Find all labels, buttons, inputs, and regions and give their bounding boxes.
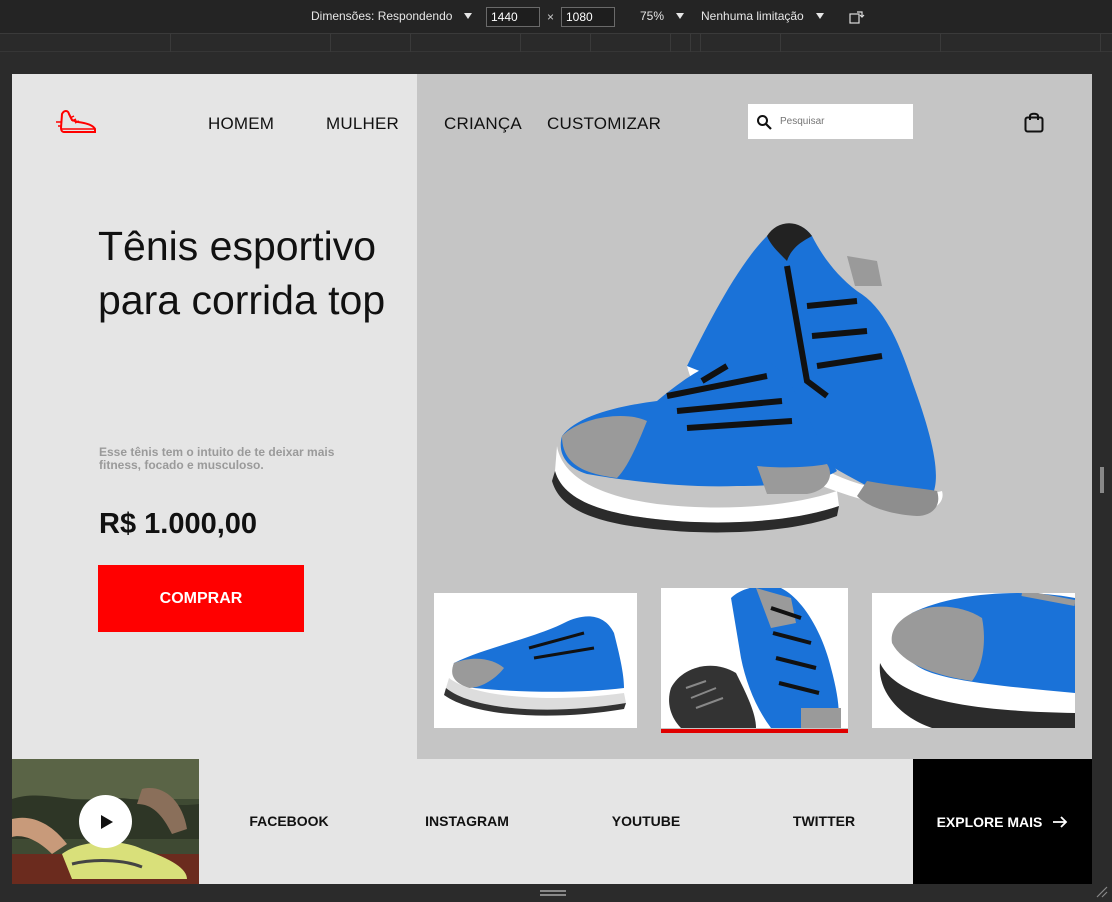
hero-title: Tênis esportivo para corrida top bbox=[98, 223, 386, 323]
throttle-dropdown[interactable]: Nenhuma limitação bbox=[701, 9, 824, 23]
chevron-down-icon bbox=[815, 13, 824, 19]
zoom-label: 75% bbox=[640, 9, 665, 23]
thumbnail-2-image bbox=[669, 588, 841, 728]
resize-handle-right[interactable] bbox=[1100, 467, 1104, 493]
throttle-label: Nenhuma limitação bbox=[701, 9, 804, 23]
link-facebook[interactable]: FACEBOOK bbox=[249, 813, 328, 829]
explore-more-label: EXPLORE MAIS bbox=[936, 813, 1043, 830]
chevron-down-icon bbox=[676, 13, 685, 19]
product-price: R$ 1.000,00 bbox=[99, 508, 258, 540]
hero-description: Esse tênis tem o intuito de te deixar ma… bbox=[99, 445, 335, 472]
thumbnail-1-image bbox=[444, 616, 626, 716]
link-youtube[interactable]: YOUTUBE bbox=[612, 813, 680, 829]
media-query-bar[interactable] bbox=[0, 34, 1112, 52]
play-icon bbox=[101, 814, 113, 829]
height-input[interactable] bbox=[561, 7, 615, 27]
explore-more-button[interactable]: EXPLORE MAIS bbox=[913, 759, 1092, 884]
nav-homem[interactable]: HOMEM bbox=[208, 114, 274, 134]
thumbnail-3[interactable] bbox=[872, 593, 1075, 728]
rotate-icon[interactable] bbox=[849, 10, 865, 24]
arrow-right-icon bbox=[1053, 815, 1068, 828]
shopping-bag-icon[interactable] bbox=[1024, 111, 1044, 133]
width-input[interactable] bbox=[486, 7, 540, 27]
link-instagram[interactable]: INSTAGRAM bbox=[425, 813, 509, 829]
play-button[interactable] bbox=[79, 795, 132, 848]
link-twitter[interactable]: TWITTER bbox=[793, 813, 855, 829]
nav-mulher[interactable]: MULHER bbox=[326, 114, 399, 134]
nav-crianca[interactable]: CRIANÇA bbox=[444, 114, 522, 134]
main-product-image bbox=[552, 223, 943, 533]
search-icon bbox=[757, 114, 772, 130]
page-viewport: HOMEM MULHER CRIANÇA CUSTOMIZAR Tênis es… bbox=[12, 74, 1092, 884]
chevron-down-icon bbox=[464, 13, 473, 19]
resize-handle-bottom[interactable] bbox=[540, 890, 566, 896]
buy-button[interactable]: COMPRAR bbox=[98, 565, 304, 632]
video-thumbnail[interactable] bbox=[12, 759, 199, 884]
shoe-logo-icon[interactable] bbox=[56, 108, 98, 136]
thumbnail-2[interactable] bbox=[661, 588, 848, 728]
devtools-toolbar: Dimensões: Respondendo × 75% Nenhuma lim… bbox=[0, 0, 1112, 34]
times-sign: × bbox=[547, 10, 555, 24]
resize-corner-icon[interactable] bbox=[1096, 886, 1108, 898]
thumbnail-1[interactable] bbox=[434, 593, 637, 728]
thumbnail-3-image bbox=[879, 593, 1075, 728]
footer-bar: FACEBOOK INSTAGRAM YOUTUBE TWITTER EXPLO… bbox=[12, 759, 1092, 884]
search-box[interactable] bbox=[748, 104, 913, 139]
search-input[interactable] bbox=[780, 116, 900, 127]
dimensions-dropdown[interactable]: Dimensões: Respondendo bbox=[311, 9, 473, 23]
nav-customizar[interactable]: CUSTOMIZAR bbox=[547, 114, 661, 134]
zoom-dropdown[interactable]: 75% bbox=[640, 9, 685, 23]
thumbnail-selected-indicator bbox=[661, 729, 848, 733]
dimensions-label: Dimensões: Respondendo bbox=[311, 9, 453, 23]
